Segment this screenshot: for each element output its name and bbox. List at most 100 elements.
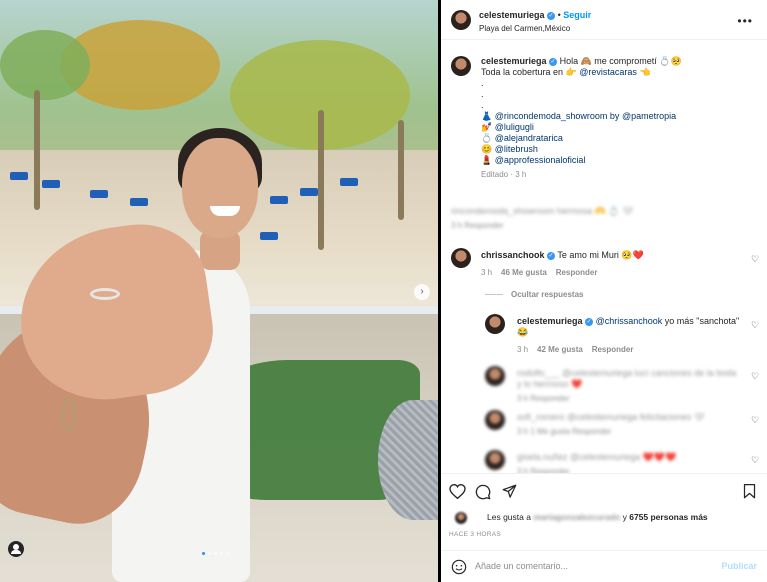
credit-mention[interactable]: @litebrush	[495, 144, 538, 154]
post-header: celestemuriega ✓ • Seguir Playa del Carm…	[441, 0, 767, 40]
photo-lounger	[42, 180, 60, 188]
avatar[interactable]	[451, 10, 471, 30]
carousel-dot	[202, 552, 205, 555]
caption-credits: 👗 @rincondemoda_showroom by @pametropia 💅…	[481, 111, 751, 166]
carousel-dot	[208, 552, 211, 555]
comment-bar: Publicar	[441, 550, 767, 582]
caption-mention[interactable]: @revistacaras	[579, 67, 637, 77]
caption-credit: 😊 @litebrush	[481, 144, 751, 155]
caption-text: 👈	[639, 67, 651, 77]
blurred-comment: rincondemoda_showroom hermosa 🫶 💍 🤍 3 h …	[451, 206, 751, 230]
blurred-reply: gisela.nuñez @celestemuriega ❤️❤️❤️ 3 h R…	[517, 452, 743, 473]
caption-credit: 💅 @luligugli	[481, 122, 751, 133]
likes-count[interactable]: 6755 personas más	[629, 512, 707, 522]
reply-mention[interactable]: @chrissanchook	[596, 316, 663, 326]
carousel-dot	[226, 552, 229, 555]
comment-meta: 3 h Responder	[451, 221, 504, 230]
like-comment-icon[interactable]	[751, 455, 759, 466]
photo-lounger	[10, 172, 28, 180]
caption-dot: .	[481, 89, 484, 99]
avatar[interactable]	[455, 512, 467, 524]
photo-lounger	[340, 178, 358, 186]
avatar[interactable]	[485, 450, 505, 470]
emoji-icon[interactable]	[451, 559, 467, 575]
blurred-reply: rodolfo___ @celestemuriega lucí cancione…	[517, 368, 743, 404]
post-date: HACE 3 HORAS	[449, 531, 502, 538]
photo-lounger	[260, 232, 278, 240]
hide-replies-button[interactable]: Ocultar respuestas	[485, 290, 583, 299]
like-comment-icon[interactable]	[751, 371, 759, 382]
reply-button[interactable]: Responder	[592, 345, 634, 354]
carousel-dot	[220, 552, 223, 555]
likes-prefix: Les gusta a	[487, 512, 534, 522]
blurred-reply: sofi_romero @celestemuriega felicitacion…	[517, 412, 743, 437]
comments-area[interactable]: celestemuriega ✓ Hola 🙈 me comprometí 💍🥺…	[441, 41, 767, 473]
photo-lounger	[130, 198, 148, 206]
post-username[interactable]: celestemuriega	[479, 10, 545, 20]
share-icon[interactable]	[502, 484, 517, 499]
caption-edited: Editado · 3 h	[481, 170, 527, 179]
carousel-next-button[interactable]: ›	[414, 284, 430, 300]
verified-icon: ✓	[549, 57, 558, 66]
comment-input[interactable]	[475, 561, 705, 571]
verified-icon: ✓	[547, 11, 556, 20]
reply-button[interactable]: Responder	[556, 268, 598, 277]
divider	[485, 294, 503, 296]
reply-text: gisela.nuñez @celestemuriega ❤️❤️❤️	[517, 452, 677, 462]
like-comment-icon[interactable]	[751, 320, 759, 331]
comment-text: rincondemoda_showroom hermosa 🫶 💍 🤍	[451, 206, 634, 216]
likes-summary[interactable]: Les gusta a mariagonzalezcurado y 6755 p…	[487, 512, 708, 522]
likes-suffix: y	[620, 512, 630, 522]
follow-button[interactable]: Seguir	[563, 10, 591, 20]
reply-text: rodolfo___ @celestemuriega lucí cancione…	[517, 368, 737, 389]
reply-likes[interactable]: 42 Me gusta	[537, 345, 583, 354]
likes-user[interactable]: mariagonzalezcurado	[533, 512, 620, 522]
photo-lounger	[300, 188, 318, 196]
avatar[interactable]	[485, 314, 505, 334]
hide-replies-label: Ocultar respuestas	[511, 290, 584, 299]
reply-text: yo más "sanchota"	[662, 316, 740, 326]
reply-meta: 3 h Responder	[517, 394, 570, 403]
reply-username[interactable]: celestemuriega	[517, 316, 583, 326]
caption-text: Hola 🙈 me comprometí 💍🥺	[559, 56, 682, 66]
comment-icon[interactable]	[475, 484, 491, 500]
post-actions: Les gusta a mariagonzalezcurado y 6755 p…	[441, 473, 767, 582]
comment-username[interactable]: chrissanchook	[481, 250, 545, 260]
comment-likes[interactable]: 46 Me gusta	[501, 268, 547, 277]
avatar[interactable]	[485, 410, 505, 430]
credit-mention[interactable]: @approfessionaloficial	[495, 155, 586, 165]
credit-mention[interactable]: @luligugli	[495, 122, 534, 132]
more-options-icon[interactable]: •••	[737, 14, 753, 28]
credit-mention[interactable]: @pametropia	[622, 111, 676, 121]
caption-credit: 💄 @approfessionaloficial	[481, 155, 751, 166]
photo-face	[182, 138, 258, 238]
avatar[interactable]	[451, 248, 471, 268]
reply: celestemuriega ✓ @chrissanchook yo más "…	[517, 316, 745, 355]
caption: celestemuriega ✓ Hola 🙈 me comprometí 💍🥺…	[481, 56, 751, 180]
tagged-users-icon[interactable]	[8, 541, 24, 557]
credit-mention[interactable]: @alejandratarica	[495, 133, 563, 143]
avatar[interactable]	[485, 366, 505, 386]
credit-mention[interactable]: @rincondemoda_showroom by	[495, 111, 622, 121]
photo-trunk	[398, 120, 404, 220]
like-comment-icon[interactable]	[751, 254, 759, 265]
caption-credit: 💍 @alejandratarica	[481, 133, 751, 144]
caption-text: Toda la cobertura en 👉	[481, 67, 577, 77]
photo-trunk	[34, 90, 40, 210]
caption-username[interactable]: celestemuriega	[481, 56, 547, 66]
caption-dot: .	[481, 78, 484, 88]
reply-meta: 3 h 1 Me gusta Responder	[517, 427, 612, 436]
save-bookmark-icon[interactable]	[743, 484, 756, 499]
caption-credit: 👗 @rincondemoda_showroom by @pametropia	[481, 111, 751, 122]
post-location[interactable]: Playa del Carmen,México	[479, 24, 570, 33]
like-heart-icon[interactable]	[449, 484, 466, 499]
verified-icon: ✓	[585, 317, 594, 326]
reply-emoji: 😂	[517, 327, 529, 337]
carousel-dot	[214, 552, 217, 555]
avatar[interactable]	[451, 56, 471, 76]
like-comment-icon[interactable]	[751, 415, 759, 426]
credit-emoji: 😊	[481, 144, 493, 154]
post-photo[interactable]: ›	[0, 0, 438, 582]
publish-button[interactable]: Publicar	[721, 561, 757, 571]
comment: chrissanchook ✓ Te amo mi Muri 🥺❤️ 3 h 4…	[481, 250, 741, 277]
